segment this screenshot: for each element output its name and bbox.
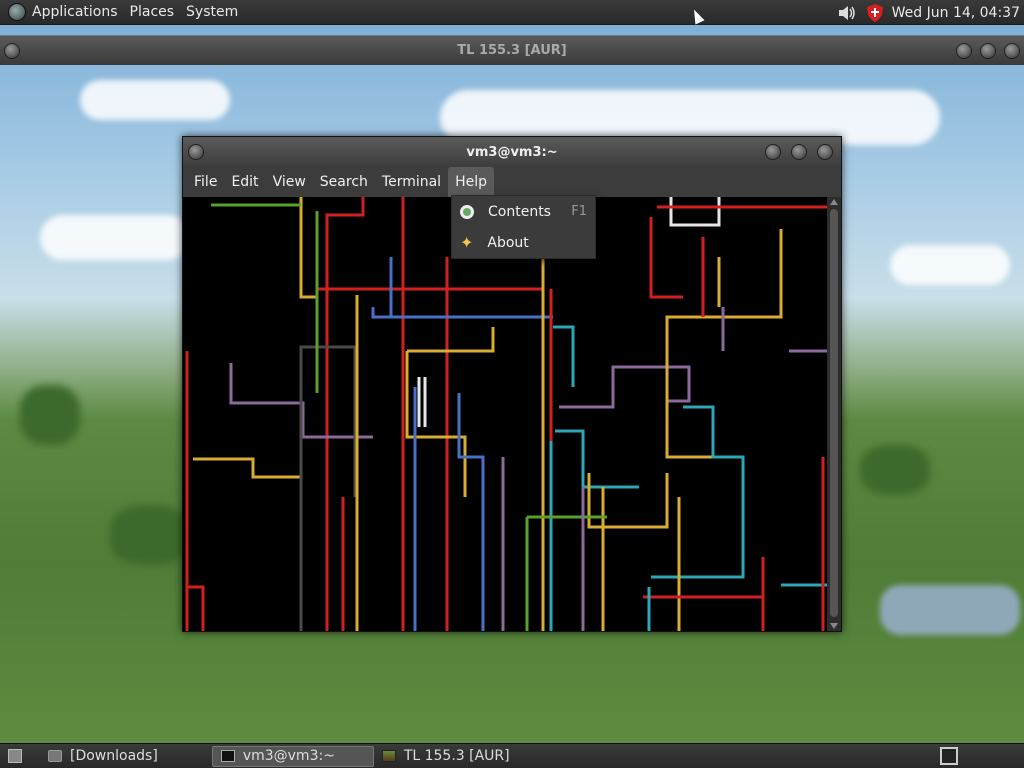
cloud [890,245,1010,285]
cube-icon [381,750,396,762]
pipe-segment [371,307,553,319]
task-label: TL 155.3 [AUR] [403,748,510,764]
task-tl[interactable]: TL 155.3 [AUR] [374,746,518,767]
window-title: TL 155.3 [AUR] [457,43,567,58]
terminal-scrollbar[interactable] [827,197,841,631]
pipe-segment [299,197,317,299]
terminal-title: vm3@vm3:~ [466,144,558,160]
bottom-panel: [Downloads] vm3@vm3:~ TL 155.3 [AUR] [0,743,1024,768]
menu-applications[interactable]: Applications [26,0,124,25]
lifebuoy-icon [460,204,474,219]
workspace-switcher-icon[interactable] [940,747,958,765]
pipe-segment [665,315,727,459]
maximize-icon[interactable] [980,43,996,59]
task-terminal[interactable]: vm3@vm3:~ [211,745,374,767]
menu-help[interactable]: Help [448,167,494,197]
scroll-up-icon[interactable] [830,199,838,205]
top-panel: Applications Places System Wed Jun 14, 0… [0,0,1024,25]
pipe-segment [407,327,495,353]
pipe-segment [649,217,683,299]
task-label: [Downloads] [70,748,158,764]
minimize-icon[interactable] [765,144,781,160]
terminal-output[interactable] [183,197,827,631]
help-item-label: About [487,234,529,251]
task-label: vm3@vm3:~ [242,748,335,764]
pipe-segment [553,325,575,387]
volume-icon[interactable] [838,5,856,21]
window-menu-icon[interactable] [4,43,20,59]
pipe-segment [555,429,639,489]
pipe-segment [669,229,783,319]
help-item-contents[interactable]: Contents F1 [452,196,595,227]
pipe-segment [315,287,543,301]
tree [110,505,190,565]
tree [20,385,80,445]
task-downloads[interactable]: [Downloads] [40,746,166,767]
menu-search[interactable]: Search [313,167,375,197]
show-desktop-icon[interactable] [8,749,22,763]
tl-window-titlebar[interactable]: TL 155.3 [AUR] [0,35,1024,65]
water [880,585,1020,635]
distro-logo-icon[interactable] [8,3,26,21]
maximize-icon[interactable] [791,144,807,160]
menu-file[interactable]: File [187,167,224,197]
pipe-segment [651,405,745,579]
terminal-menubar: File Edit View Search Terminal Help [183,167,841,197]
terminal-icon [220,750,235,762]
pipes-screensaver-art [185,197,827,631]
menu-system[interactable]: System [180,0,244,25]
pipe-segment [559,365,691,409]
minimize-icon[interactable] [956,43,972,59]
scroll-thumb[interactable] [830,209,838,617]
scroll-down-icon[interactable] [830,623,838,629]
menu-view[interactable]: View [266,167,313,197]
star-icon: ✦ [460,232,474,252]
close-icon[interactable] [817,144,833,160]
help-dropdown: Contents F1 ✦ About [451,195,596,259]
pipe-segment [669,197,721,227]
terminal-titlebar[interactable]: vm3@vm3:~ [183,137,841,167]
help-item-about[interactable]: ✦ About [452,227,595,258]
shield-icon[interactable] [866,3,884,23]
menu-edit[interactable]: Edit [224,167,265,197]
menu-terminal[interactable]: Terminal [375,167,448,197]
cloud [40,215,190,260]
window-menu-icon[interactable] [188,144,204,160]
pipe-segment [457,393,485,631]
help-item-accel: F1 [571,204,587,219]
tree [860,445,930,495]
cloud [80,80,230,120]
pipe-segment [193,457,301,479]
menu-places[interactable]: Places [124,0,181,25]
pipe-segment [187,585,205,631]
help-item-label: Contents [488,203,551,220]
folder-icon [48,750,62,762]
close-icon[interactable] [1004,43,1020,59]
clock[interactable]: Wed Jun 14, 04:37 [884,5,1024,21]
pipe-segment [587,473,669,529]
